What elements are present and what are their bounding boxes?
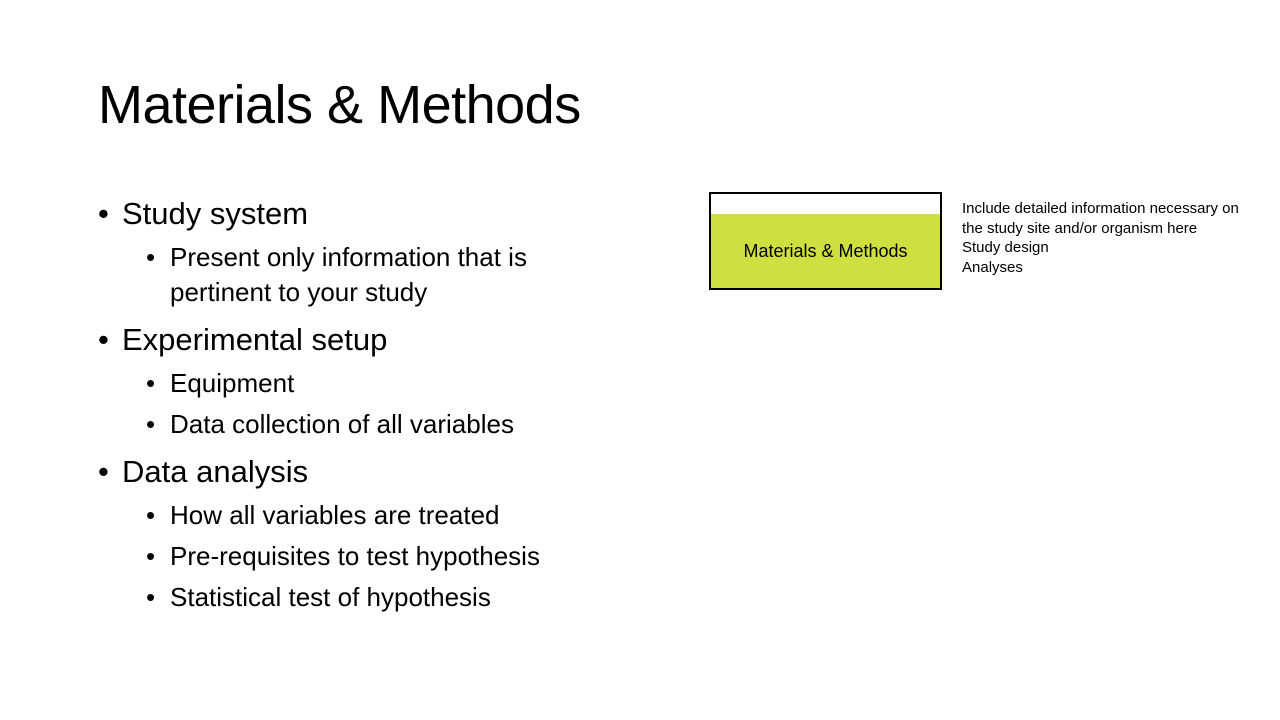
sub-bullet-text: How all variables are treated [170, 500, 500, 530]
sub-bullet-text: Equipment [170, 368, 295, 398]
bullet-icon: • [146, 541, 156, 571]
bullet-icon: • [146, 500, 156, 530]
sub-bullet-item: • Statistical test of hypothesis [98, 580, 618, 615]
bullet-text: Experimental setup [122, 322, 388, 357]
bullet-icon: • [146, 368, 156, 398]
diagram-notes: Include detailed information necessary o… [962, 199, 1262, 277]
sub-bullet-text: Statistical test of hypothesis [170, 582, 491, 612]
bullet-item: • Study system [98, 194, 618, 234]
sub-bullet-text: Pre-requisites to test hypothesis [170, 541, 540, 571]
sub-bullet-text: Present only information that is pertine… [170, 242, 527, 307]
bullet-list: • Study system • Present only informatio… [98, 194, 618, 615]
note-line: Analyses [962, 258, 1023, 276]
bullet-icon: • [98, 322, 109, 357]
sub-bullet-item: • Equipment [98, 366, 618, 401]
bullet-icon: • [146, 242, 156, 272]
sub-bullet-text: Data collection of all variables [170, 409, 514, 439]
note-line: Study design [962, 239, 1049, 256]
sub-bullet-item: • Pre-requisites to test hypothesis [98, 539, 618, 574]
slide-title: Materials & Methods [98, 75, 581, 135]
bullet-icon: • [98, 196, 109, 231]
sub-bullet-item: • How all variables are treated [98, 498, 618, 533]
bullet-icon: • [98, 454, 109, 489]
bullet-text: Study system [122, 196, 309, 231]
bullet-item: • Data analysis [98, 452, 618, 492]
bullet-icon: • [146, 409, 156, 439]
note-line: Include detailed information necessary o… [962, 200, 1239, 217]
sub-bullet-item: • Present only information that is perti… [98, 240, 618, 310]
sub-bullet-item: • Data collection of all variables [98, 407, 618, 442]
materials-methods-section: Materials & Methods [711, 214, 940, 288]
materials-methods-diagram-box: Materials & Methods [709, 192, 942, 290]
bullet-icon: • [146, 582, 156, 612]
note-line: the study site and/or organism here [962, 219, 1198, 237]
bullet-item: • Experimental setup [98, 320, 618, 360]
diagram-box-label: Materials & Methods [743, 240, 908, 261]
bullet-text: Data analysis [122, 454, 309, 489]
